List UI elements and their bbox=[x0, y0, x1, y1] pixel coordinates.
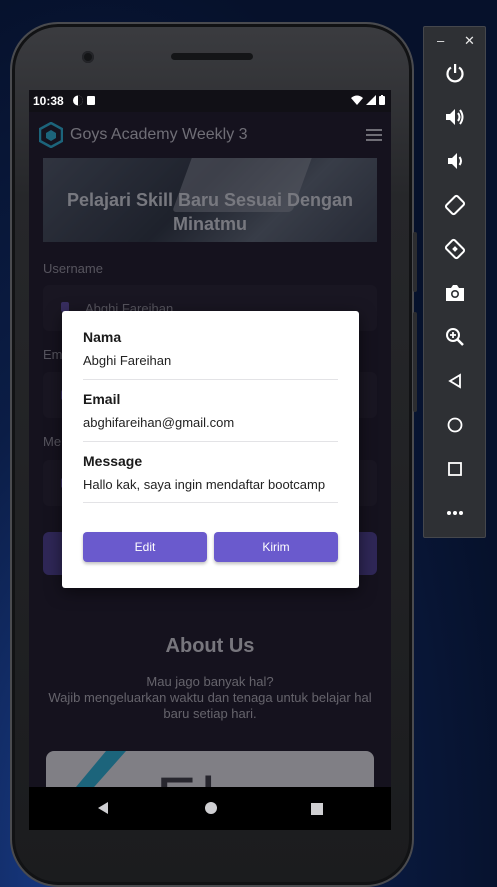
rotate-left-icon[interactable] bbox=[441, 191, 469, 219]
kirim-button[interactable]: Kirim bbox=[214, 532, 338, 562]
nav-overview-icon[interactable] bbox=[311, 802, 323, 820]
divider bbox=[83, 502, 338, 503]
phone-camera bbox=[82, 51, 94, 63]
phone-speaker bbox=[171, 53, 253, 60]
preview-dialog: Nama Abghi Fareihan Email abghifareihan@… bbox=[62, 311, 359, 588]
power-icon[interactable] bbox=[441, 59, 469, 87]
divider bbox=[83, 379, 338, 380]
more-icon[interactable] bbox=[441, 499, 469, 527]
email-dialog-value: abghifareihan@gmail.com bbox=[83, 415, 235, 430]
overview-icon[interactable] bbox=[441, 455, 469, 483]
phone-screen: 10:38 Goys Academy Weekly 3 Pelajari Ski… bbox=[29, 90, 391, 830]
zoom-icon[interactable] bbox=[441, 323, 469, 351]
divider bbox=[83, 441, 338, 442]
phone-power-button[interactable] bbox=[413, 312, 417, 412]
wifi-icon bbox=[351, 95, 363, 105]
nav-home-icon[interactable] bbox=[204, 801, 218, 820]
nama-value: Abghi Fareihan bbox=[83, 353, 172, 368]
rotate-right-icon[interactable] bbox=[441, 235, 469, 263]
edit-button[interactable]: Edit bbox=[83, 532, 207, 562]
minimize-button[interactable]: – bbox=[437, 33, 444, 48]
status-bar: 10:38 bbox=[29, 90, 391, 112]
back-icon[interactable] bbox=[441, 367, 469, 395]
home-icon[interactable] bbox=[441, 411, 469, 439]
status-time: 10:38 bbox=[33, 94, 64, 108]
email-dialog-label: Email bbox=[83, 391, 121, 407]
signal-icon bbox=[366, 95, 376, 105]
message-dialog-label: Message bbox=[83, 453, 143, 469]
notification-icon bbox=[73, 95, 97, 109]
status-icons bbox=[351, 95, 385, 105]
phone-volume-button[interactable] bbox=[413, 232, 417, 292]
camera-icon[interactable] bbox=[441, 279, 469, 307]
close-button[interactable]: ✕ bbox=[464, 33, 475, 49]
nav-bar bbox=[29, 787, 391, 830]
volume-up-icon[interactable] bbox=[441, 103, 469, 131]
nama-label: Nama bbox=[83, 329, 122, 345]
battery-icon bbox=[379, 95, 385, 105]
message-dialog-value: Hallo kak, saya ingin mendaftar bootcamp bbox=[83, 477, 326, 492]
nav-back-icon[interactable] bbox=[96, 801, 110, 820]
emulator-toolbar: – ✕ bbox=[423, 26, 486, 538]
volume-down-icon[interactable] bbox=[441, 147, 469, 175]
